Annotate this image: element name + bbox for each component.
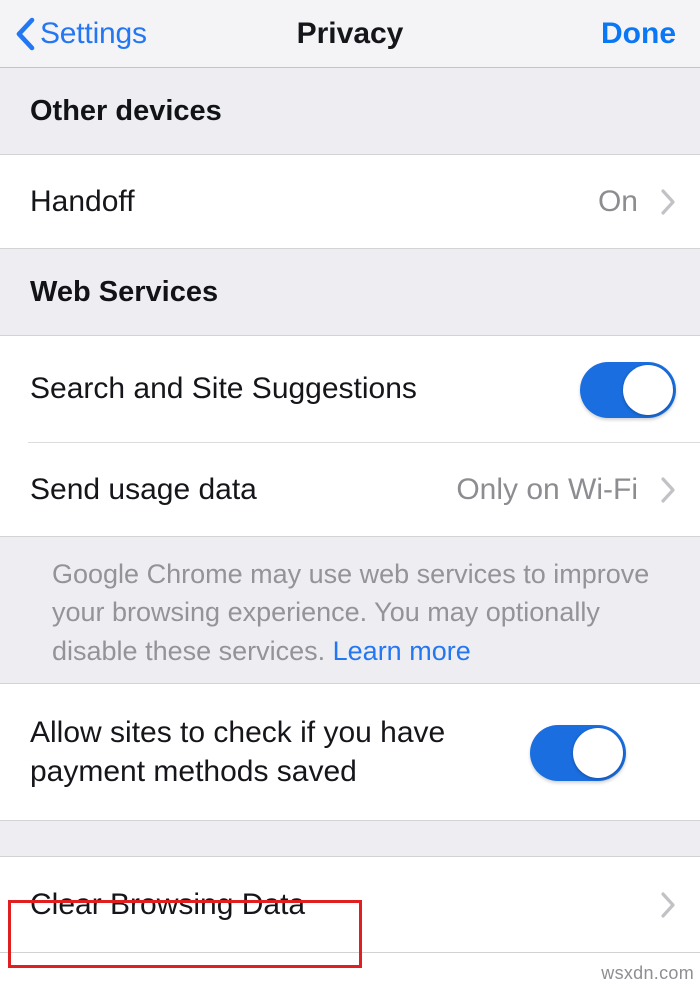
web-services-footnote: Google Chrome may use web services to im… xyxy=(0,537,700,684)
chevron-right-icon xyxy=(660,188,676,216)
section-gap xyxy=(0,821,700,857)
learn-more-link[interactable]: Learn more xyxy=(333,636,471,666)
chevron-right-icon xyxy=(660,891,676,919)
row-handoff[interactable]: Handoff On xyxy=(0,155,700,249)
row-label: Clear Browsing Data xyxy=(30,887,306,921)
toggle-knob xyxy=(623,364,673,415)
row-label: Send usage data xyxy=(30,472,257,506)
row-clear-browsing-data[interactable]: Clear Browsing Data xyxy=(0,857,700,953)
navigation-bar: Settings Privacy Done xyxy=(0,0,700,68)
row-search-and-site-suggestions[interactable]: Search and Site Suggestions xyxy=(0,336,700,443)
row-allow-payment-methods-check[interactable]: Allow sites to check if you have payment… xyxy=(0,684,700,821)
row-label: Allow sites to check if you have payment… xyxy=(30,716,446,788)
row-label: Search and Site Suggestions xyxy=(30,372,417,406)
row-send-usage-data[interactable]: Send usage data Only on Wi-Fi xyxy=(0,443,700,537)
search-suggestions-toggle[interactable] xyxy=(580,361,676,418)
done-button[interactable]: Done xyxy=(601,17,676,51)
section-header-other-devices: Other devices xyxy=(0,68,700,155)
row-label: Handoff xyxy=(30,184,135,218)
chevron-left-icon xyxy=(14,17,36,51)
section-header-web-services: Web Services xyxy=(0,249,700,336)
back-to-settings-button[interactable]: Settings xyxy=(14,17,147,51)
toggle-knob xyxy=(573,727,623,778)
chevron-right-icon xyxy=(660,476,676,504)
payment-methods-toggle[interactable] xyxy=(530,724,626,781)
watermark: wsxdn.com xyxy=(601,963,694,983)
back-button-label: Settings xyxy=(40,16,147,50)
section-header-label: Other devices xyxy=(30,94,222,127)
section-header-label: Web Services xyxy=(30,275,219,308)
row-value: Only on Wi-Fi xyxy=(456,473,638,506)
privacy-settings-screen: Settings Privacy Done Other devices Hand… xyxy=(0,0,700,986)
row-value: On xyxy=(597,185,638,218)
